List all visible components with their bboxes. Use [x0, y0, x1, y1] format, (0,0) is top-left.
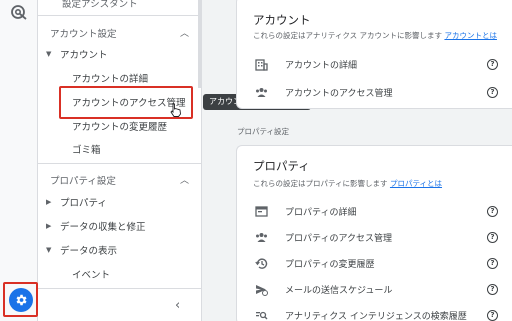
- nav-item-account-history[interactable]: アカウントの変更履歴: [72, 119, 167, 133]
- explore-icon[interactable]: [9, 3, 29, 23]
- gear-icon: [16, 294, 27, 305]
- help-icon[interactable]: ?: [487, 284, 498, 295]
- nav-item-trash[interactable]: ゴミ箱: [72, 142, 101, 156]
- chevron-up-icon[interactable]: ︿: [180, 26, 189, 39]
- property-access-row[interactable]: プロパティのアクセス管理: [285, 231, 392, 244]
- account-details-row[interactable]: アカウントの詳細: [285, 58, 357, 71]
- collapse-nav-icon[interactable]: ‹: [175, 298, 180, 313]
- caret-right-icon[interactable]: ▶: [46, 222, 51, 230]
- building-icon: [255, 59, 268, 71]
- search-history-icon: [256, 311, 268, 320]
- property-card-title: プロパティ: [253, 159, 310, 173]
- help-icon[interactable]: ?: [487, 206, 498, 217]
- nav-group-property[interactable]: プロパティ: [60, 195, 107, 209]
- nav-item-setup-assistant[interactable]: 設定アシスタント: [62, 0, 138, 10]
- account-card-subtitle: これらの設定はアナリティクス アカウントに影響します アカウントとは: [253, 31, 497, 40]
- admin-settings-highlight[interactable]: [3, 282, 38, 317]
- account-help-link[interactable]: アカウントとは: [444, 31, 497, 40]
- people-icon: [256, 88, 267, 97]
- scheduled-email-icon: [256, 285, 268, 296]
- nav-divider: [38, 15, 202, 16]
- caret-down-icon[interactable]: ▼: [46, 50, 51, 58]
- caret-right-icon[interactable]: ▶: [46, 198, 51, 206]
- property-details-icon: [255, 206, 268, 217]
- account-settings-section[interactable]: アカウント設定: [50, 26, 117, 40]
- nav-divider: [38, 163, 202, 164]
- help-icon[interactable]: ?: [487, 258, 498, 269]
- history-icon: [255, 258, 268, 269]
- property-card-subtitle: これらの設定はプロパティに影響します プロパティとは: [253, 179, 443, 188]
- nav-item-events[interactable]: イベント: [72, 267, 110, 281]
- property-history-row[interactable]: プロパティの変更履歴: [285, 257, 374, 270]
- account-card: アカウント これらの設定はアナリティクス アカウントに影響します アカウントとは…: [236, 0, 512, 109]
- email-schedule-row[interactable]: メールの送信スケジュール: [285, 283, 392, 296]
- nav-scrollbar[interactable]: [198, 0, 202, 88]
- left-rail: [0, 0, 38, 321]
- admin-button[interactable]: [8, 287, 33, 312]
- property-settings-section[interactable]: プロパティ設定: [50, 173, 116, 187]
- nav-group-account[interactable]: アカウント: [60, 47, 108, 61]
- help-icon[interactable]: ?: [487, 232, 498, 243]
- property-help-link[interactable]: プロパティとは: [390, 179, 442, 188]
- nav-divider: [38, 288, 202, 289]
- chevron-up-icon[interactable]: ︿: [180, 173, 189, 186]
- property-section-label: プロパティ設定: [237, 127, 290, 136]
- nav-group-data-display[interactable]: データの表示: [60, 243, 117, 257]
- hand-cursor-icon: [170, 103, 181, 117]
- help-icon[interactable]: ?: [487, 310, 498, 321]
- people-icon: [256, 233, 267, 242]
- nav-item-account-details[interactable]: アカウントの詳細: [72, 71, 148, 85]
- account-card-title: アカウント: [253, 13, 311, 27]
- account-access-row[interactable]: アカウントのアクセス管理: [285, 86, 393, 99]
- help-icon[interactable]: ?: [487, 59, 498, 70]
- property-details-row[interactable]: プロパティの詳細: [285, 205, 356, 218]
- nav-group-data-collection[interactable]: データの収集と修正: [60, 219, 146, 233]
- caret-down-icon[interactable]: ▼: [46, 246, 51, 254]
- intelligence-search-history-row[interactable]: アナリティクス インテリジェンスの検索履歴: [285, 309, 467, 321]
- help-icon[interactable]: ?: [487, 87, 498, 98]
- property-card: プロパティ これらの設定はプロパティに影響します プロパティとは プロパティの詳…: [236, 145, 512, 321]
